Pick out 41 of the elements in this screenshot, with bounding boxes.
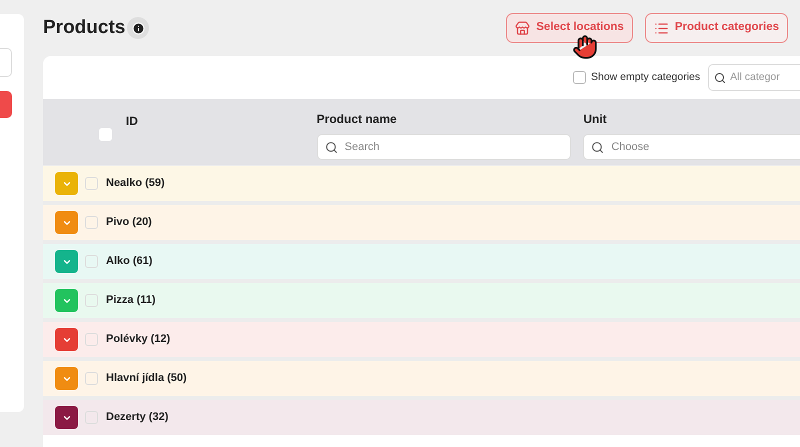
column-header: Unit: [583, 111, 608, 128]
row-checkbox[interactable]: [85, 333, 98, 346]
category-row[interactable]: Dezerty (32): [43, 400, 800, 435]
list-icon: [654, 20, 669, 36]
category-row[interactable]: Alko (61): [43, 244, 800, 279]
category-name: Polévky (12): [106, 332, 170, 348]
show-empty-label: Show empty categories: [591, 70, 700, 85]
category-name: Nealko (59): [106, 176, 165, 192]
row-checkbox[interactable]: [85, 372, 98, 385]
category-row[interactable]: Polévky (12): [43, 322, 800, 357]
column-filter-field[interactable]: Search: [316, 134, 571, 160]
category-row[interactable]: Hlavní jídla (50): [43, 361, 800, 396]
row-checkbox[interactable]: [85, 177, 98, 190]
category-name: Hlavní jídla (50): [106, 371, 187, 386]
checkbox[interactable]: [573, 71, 586, 84]
search-icon: [714, 72, 726, 84]
row-checkbox[interactable]: [85, 294, 98, 307]
page-title: Products: [43, 16, 126, 40]
category-name: Dezerty (32): [106, 410, 168, 426]
category-row[interactable]: Pivo (20): [43, 205, 800, 240]
search-icon: [324, 140, 338, 154]
sidebar-field[interactable]: [0, 48, 12, 77]
column-header: ID: [126, 114, 138, 128]
category-name: Pivo (20): [106, 215, 152, 230]
hand-cursor-icon: [572, 34, 598, 60]
info-icon[interactable]: [127, 17, 150, 39]
category-name: Alko (61): [106, 254, 152, 270]
category-row[interactable]: Pizza (11): [43, 283, 800, 318]
product-categories-button[interactable]: Product categories: [644, 13, 788, 43]
sidebar-button[interactable]: [0, 91, 12, 118]
category-name: Pizza (11): [106, 293, 156, 308]
row-checkbox[interactable]: [85, 216, 98, 229]
category-row[interactable]: Nealko (59): [43, 166, 800, 201]
select-all-checkbox[interactable]: [99, 128, 112, 141]
expand-button[interactable]: [55, 328, 78, 351]
column-filter-field[interactable]: Choose: [583, 134, 800, 160]
search-icon: [591, 140, 604, 154]
row-checkbox[interactable]: [85, 255, 98, 268]
store-icon: [515, 20, 530, 36]
column-header: Product name: [316, 111, 398, 128]
expand-button[interactable]: [55, 406, 78, 429]
